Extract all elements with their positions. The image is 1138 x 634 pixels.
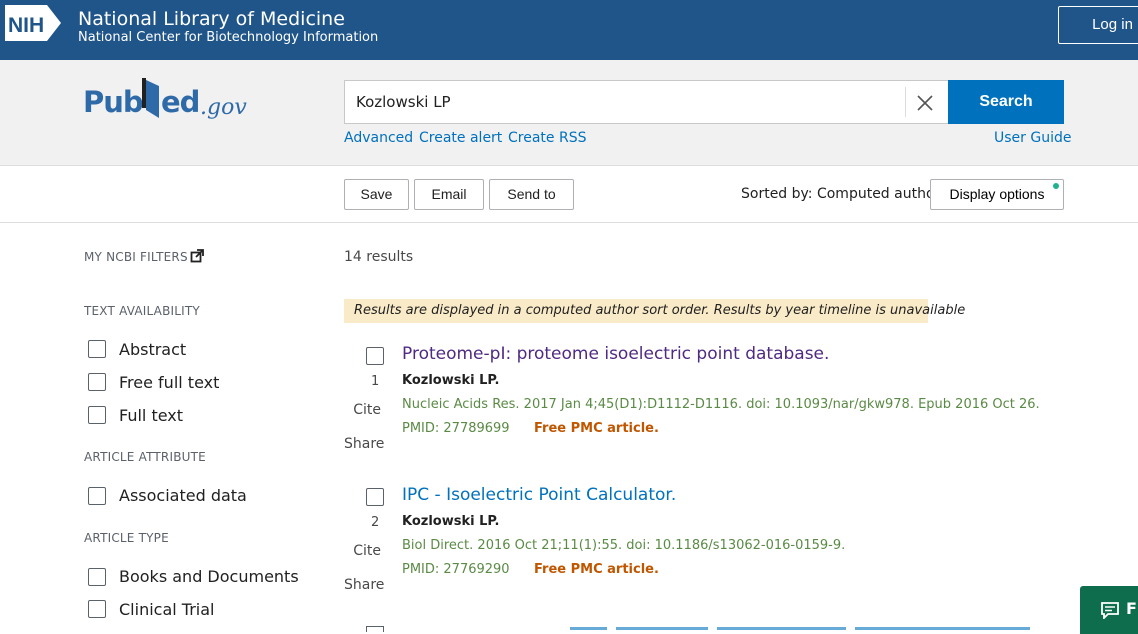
clear-separator	[905, 87, 906, 117]
abstract-filter-label[interactable]: Abstract	[119, 340, 186, 359]
result-citation: Nucleic Acids Res. 2017 Jan 4;45(D1):D11…	[402, 397, 1040, 412]
advanced-link[interactable]: Advanced	[344, 130, 413, 146]
feedback-button[interactable]: F	[1080, 586, 1138, 634]
login-button[interactable]: Log in	[1058, 6, 1138, 44]
toolbar-divider	[0, 222, 1138, 223]
associated-data-checkbox[interactable]	[88, 487, 106, 505]
create-rss-link[interactable]: Create RSS	[508, 130, 586, 146]
nih-logo[interactable]: NIH	[3, 3, 63, 43]
nlm-title[interactable]: National Library of Medicine	[78, 7, 345, 31]
associated-data-filter-label[interactable]: Associated data	[119, 486, 247, 505]
ncbi-subtitle[interactable]: National Center for Biotechnology Inform…	[78, 30, 378, 46]
result-authors: Kozlowski LP.	[402, 514, 500, 529]
create-alert-link[interactable]: Create alert	[419, 130, 502, 146]
email-button[interactable]: Email	[414, 179, 484, 210]
search-input[interactable]	[345, 81, 905, 123]
books-documents-filter-label[interactable]: Books and Documents	[119, 567, 299, 586]
save-button[interactable]: Save	[344, 179, 409, 210]
sorted-by-label: Sorted by: Computed author	[741, 186, 941, 202]
search-box	[344, 80, 948, 124]
abstract-checkbox[interactable]	[88, 340, 106, 358]
article-type-heading: ARTICLE TYPE	[84, 531, 169, 545]
results-count: 14 results	[344, 249, 414, 265]
nih-header: NIH National Library of Medicine Nationa…	[0, 0, 1138, 60]
svg-text:ed: ed	[161, 85, 199, 119]
my-ncbi-filters-heading[interactable]: MY NCBI FILTERS	[84, 250, 188, 264]
feedback-chat-icon	[1101, 602, 1119, 619]
result-pmid: PMID: 27769290	[402, 562, 510, 577]
user-guide-link[interactable]: User Guide	[994, 130, 1071, 146]
display-options-button[interactable]: Display options	[930, 179, 1064, 210]
free-full-text-checkbox[interactable]	[88, 373, 106, 391]
clinical-trial-filter-label[interactable]: Clinical Trial	[119, 600, 214, 619]
share-button[interactable]: Share	[344, 436, 384, 452]
result-title-link[interactable]: IPC - Isoelectric Point Calculator.	[402, 485, 676, 505]
books-documents-checkbox[interactable]	[88, 568, 106, 586]
cite-button[interactable]: Cite	[344, 402, 381, 418]
display-options-indicator	[1053, 183, 1059, 189]
free-pmc-badge: Free PMC article.	[534, 562, 659, 577]
result-checkbox[interactable]	[366, 488, 384, 506]
svg-text:.gov: .gov	[200, 95, 247, 120]
clear-icon[interactable]	[913, 91, 937, 115]
search-button[interactable]: Search	[948, 80, 1064, 124]
share-button[interactable]: Share	[344, 577, 384, 593]
nih-logo-text: NIH	[8, 14, 44, 37]
svg-text:Pub: Pub	[83, 85, 143, 119]
article-attribute-heading: ARTICLE ATTRIBUTE	[84, 450, 206, 464]
result-title-link[interactable]: Proteome-pI: proteome isoelectric point …	[402, 344, 829, 364]
result-citation: Biol Direct. 2016 Oct 21;11(1):55. doi: …	[402, 538, 846, 553]
pubmed-logo[interactable]: Pub ed .gov	[83, 74, 268, 128]
feedback-label: F	[1126, 599, 1137, 618]
free-pmc-badge: Free PMC article.	[534, 421, 659, 436]
text-availability-heading: TEXT AVAILABILITY	[84, 304, 200, 318]
cite-button[interactable]: Cite	[344, 543, 381, 559]
full-text-checkbox[interactable]	[88, 406, 106, 424]
send-to-button[interactable]: Send to	[489, 179, 574, 210]
result-pmid: PMID: 27789699	[402, 421, 510, 436]
full-text-filter-label[interactable]: Full text	[119, 406, 183, 425]
free-full-text-filter-label[interactable]: Free full text	[119, 373, 219, 392]
sort-order-notice: Results are displayed in a computed auth…	[344, 299, 965, 323]
clinical-trial-checkbox[interactable]	[88, 600, 106, 618]
result-authors: Kozlowski LP.	[402, 373, 500, 388]
result-checkbox[interactable]	[366, 626, 384, 632]
result-checkbox[interactable]	[366, 347, 384, 365]
external-link-icon[interactable]	[190, 249, 204, 263]
result-number: 1	[371, 374, 380, 389]
result-number: 2	[371, 515, 380, 530]
